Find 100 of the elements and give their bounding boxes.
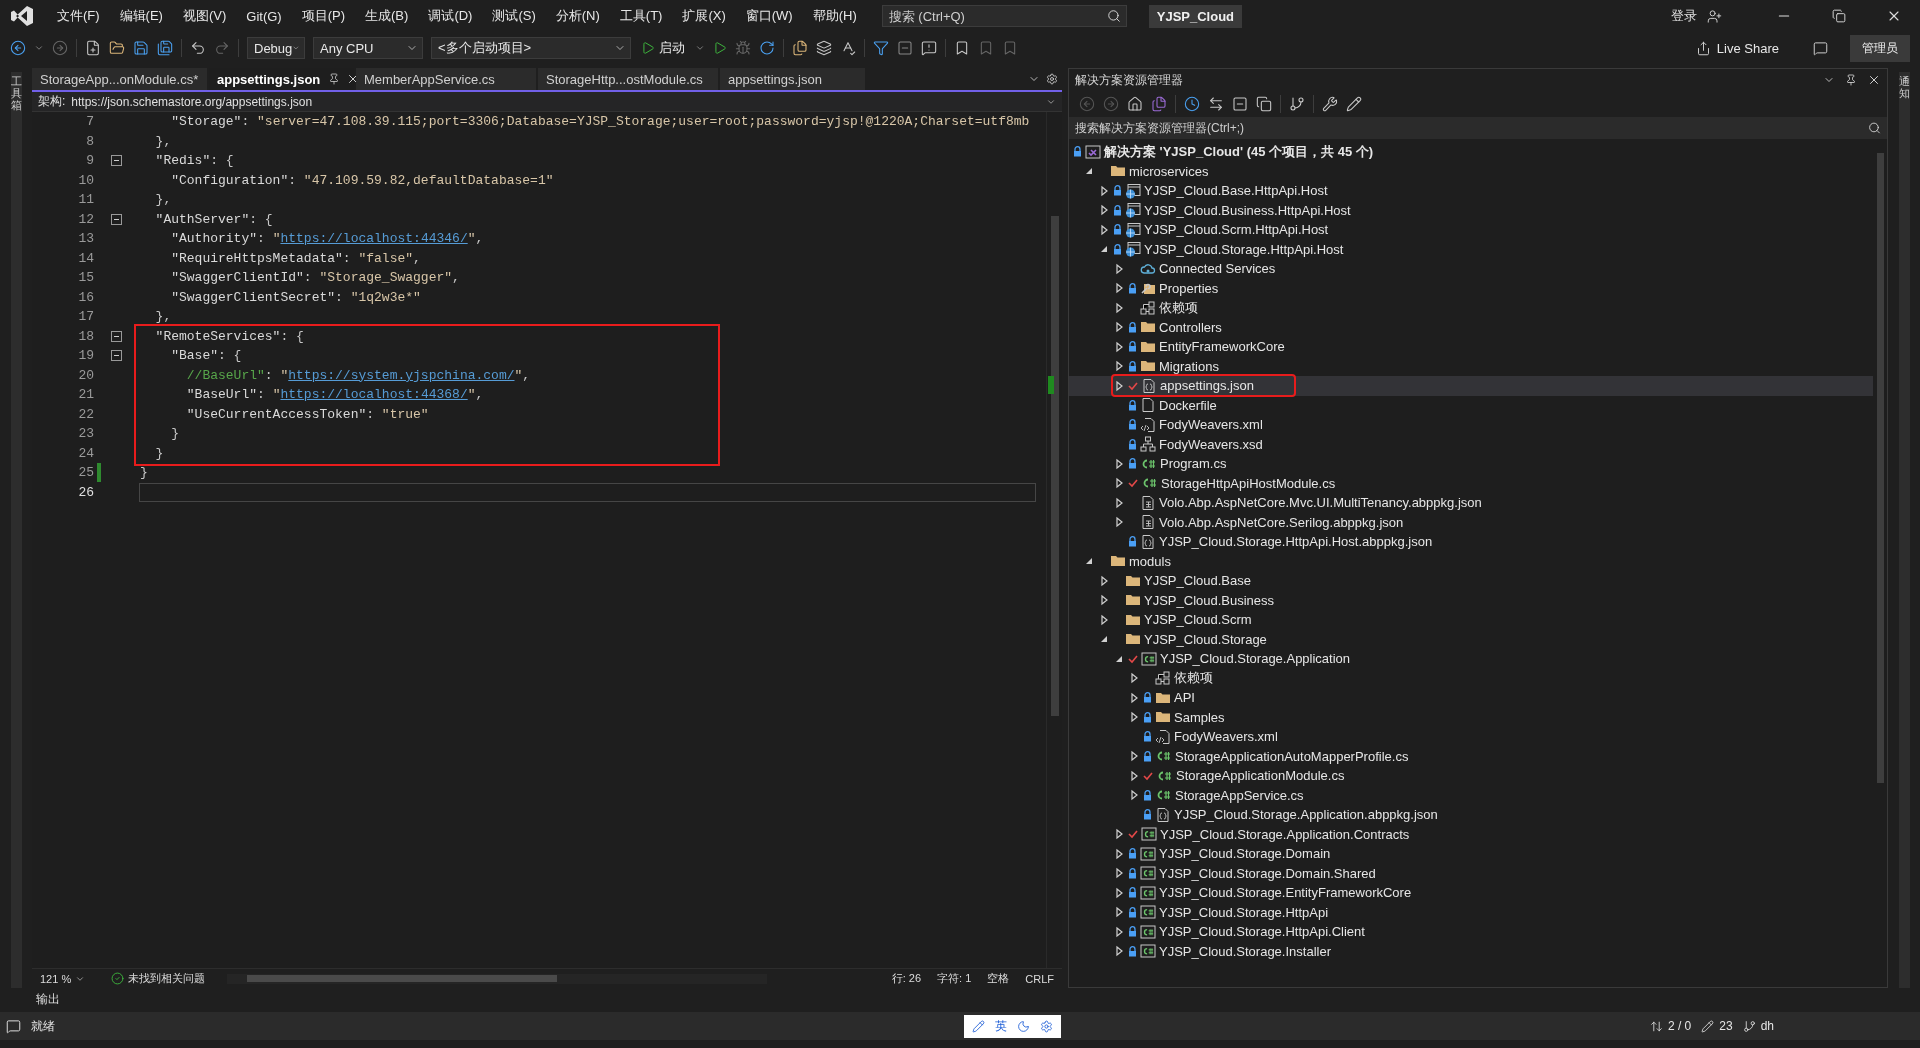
tree-item[interactable]: StorageApplicationModule.cs xyxy=(1128,766,1349,786)
collapse-icon[interactable] xyxy=(111,213,122,225)
collapse-icon[interactable] xyxy=(111,155,122,167)
expand-arrow-icon[interactable] xyxy=(1113,262,1125,275)
indent-mode[interactable]: 空格 xyxy=(979,971,1018,986)
expand-arrow-icon[interactable] xyxy=(1113,886,1125,899)
tree-item[interactable]: YJSP_Cloud.Storage.Installer xyxy=(1113,941,1335,961)
files-icon[interactable] xyxy=(792,40,808,56)
expand-arrow-icon[interactable] xyxy=(1113,847,1125,860)
tree-item[interactable]: Migrations xyxy=(1113,356,1223,376)
issues-status[interactable]: 未找到相关问题 xyxy=(103,971,214,986)
spell-check-icon[interactable] xyxy=(840,40,856,56)
tree-item[interactable]: API xyxy=(1128,688,1199,708)
toolbox-tab[interactable]: 工具箱 xyxy=(10,72,22,988)
sync-icon[interactable] xyxy=(1208,96,1224,112)
home-icon[interactable] xyxy=(1127,96,1143,112)
link[interactable]: https://localhost:44346/ xyxy=(280,231,468,247)
tree-item[interactable]: StorageAppService.cs xyxy=(1128,785,1308,805)
expand-arrow-icon[interactable] xyxy=(1128,711,1140,724)
menu-item[interactable]: 文件(F) xyxy=(48,3,109,29)
tree-item[interactable]: Volo.Abp.AspNetCore.Mvc.UI.MultiTenancy.abppkg.json xyxy=(1113,493,1486,513)
startup-dropdown[interactable]: <多个启动项目> xyxy=(431,37,631,59)
expand-arrow-icon[interactable] xyxy=(1113,477,1125,490)
restart-icon[interactable] xyxy=(759,40,775,56)
horizontal-scrollbar[interactable] xyxy=(227,973,768,984)
expand-arrow-icon[interactable] xyxy=(1113,360,1125,373)
forward-icon[interactable] xyxy=(52,40,68,56)
search-field[interactable]: 搜索 (Ctrl+Q) xyxy=(881,5,1127,27)
settings-icon[interactable] xyxy=(1046,73,1058,85)
tree-item[interactable]: 依赖项 xyxy=(1128,668,1217,688)
expand-arrow-icon[interactable] xyxy=(1113,828,1125,841)
expand-arrow-icon[interactable] xyxy=(1098,574,1110,587)
edits-status[interactable]: 23 xyxy=(1701,1019,1733,1033)
tree-item[interactable]: Connected Services xyxy=(1113,259,1280,279)
tree-item[interactable]: YJSP_Cloud.Business xyxy=(1098,590,1279,610)
tree-item[interactable]: 解决方案 'YJSP_Cloud' (45 个项目，共 45 个) xyxy=(1073,142,1378,162)
expand-arrow-icon[interactable] xyxy=(1128,789,1140,802)
collapse-all-icon[interactable] xyxy=(1232,96,1248,112)
menu-item[interactable]: 分析(N) xyxy=(546,3,609,29)
tree-item[interactable]: Program.cs xyxy=(1113,454,1231,474)
ime-toolbar[interactable]: 英 xyxy=(963,1014,1061,1038)
expand-arrow-icon[interactable] xyxy=(1113,925,1125,938)
branch-status[interactable]: dh xyxy=(1742,1019,1774,1033)
document-tab[interactable]: appsettings.json xyxy=(720,68,865,90)
tree-item[interactable]: Samples xyxy=(1128,707,1229,727)
expand-arrow-icon[interactable] xyxy=(1113,867,1125,880)
restore-icon[interactable] xyxy=(1832,9,1846,23)
filter-icon[interactable] xyxy=(873,40,889,56)
save-all-icon[interactable] xyxy=(157,40,173,56)
comment-icon[interactable] xyxy=(921,40,937,56)
tree-item[interactable]: YJSP_Cloud.Scrm xyxy=(1098,610,1256,630)
expand-arrow-icon[interactable] xyxy=(1098,184,1110,197)
menu-item[interactable]: 调试(D) xyxy=(419,3,482,29)
close-icon[interactable] xyxy=(1867,73,1881,87)
expand-arrow-icon[interactable] xyxy=(1113,301,1125,314)
tree-item[interactable]: microservices xyxy=(1083,161,1213,181)
feedback-icon[interactable] xyxy=(1813,40,1828,56)
pin-icon[interactable] xyxy=(1845,74,1857,86)
link[interactable]: https://localhost:44368/ xyxy=(280,387,468,403)
expand-arrow-icon[interactable] xyxy=(1113,945,1125,958)
layout-icon[interactable] xyxy=(816,40,832,56)
undo-icon[interactable] xyxy=(190,40,206,56)
scrollbar[interactable] xyxy=(1046,112,1062,968)
tree-item[interactable]: YJSP_Cloud.Business.HttpApi.Host xyxy=(1098,200,1355,220)
collapse-icon[interactable] xyxy=(111,330,122,342)
changes-status[interactable]: 2 / 0 xyxy=(1649,1019,1692,1033)
document-tab[interactable]: StorageHttp...ostModule.cs xyxy=(538,68,718,90)
live-share-button[interactable]: Live Share xyxy=(1689,39,1785,57)
menu-item[interactable]: 窗口(W) xyxy=(736,3,802,29)
menu-item[interactable]: 扩展(X) xyxy=(673,3,735,29)
document-tab[interactable]: MemberAppService.cs xyxy=(356,68,536,90)
run-icon[interactable] xyxy=(713,41,727,55)
menu-item[interactable]: 项目(P) xyxy=(292,3,355,29)
expand-arrow-icon[interactable] xyxy=(1113,457,1125,470)
sign-in-link[interactable]: 登录 xyxy=(1671,7,1697,25)
menu-item[interactable]: 帮助(H) xyxy=(803,3,866,29)
expand-arrow-icon[interactable] xyxy=(1128,750,1140,763)
tree-item[interactable]: appsettings.json xyxy=(1113,376,1294,396)
expand-arrow-icon[interactable] xyxy=(1113,906,1125,919)
link[interactable]: https://system.yjspchina.com/ xyxy=(288,367,515,383)
tree-item[interactable]: Volo.Abp.AspNetCore.Serilog.abppkg.json xyxy=(1113,512,1408,532)
output-tab[interactable]: 输出 xyxy=(32,988,64,1012)
expand-arrow-icon[interactable] xyxy=(1113,496,1125,509)
expand-arrow-icon[interactable] xyxy=(1113,379,1125,392)
tree-item[interactable]: FodyWeavers.xml xyxy=(1113,415,1267,435)
redo-icon[interactable] xyxy=(214,40,230,56)
menu-item[interactable]: Git(G) xyxy=(237,4,291,28)
tree-item[interactable]: 依赖项 xyxy=(1113,298,1202,318)
tree-item[interactable]: Properties xyxy=(1113,278,1223,298)
expand-arrow-icon[interactable] xyxy=(1128,691,1140,704)
tree-item[interactable]: YJSP_Cloud.Storage.Application.abppkg.json xyxy=(1128,805,1442,825)
pin-icon[interactable] xyxy=(328,73,341,85)
expand-arrow-icon[interactable] xyxy=(1098,613,1110,626)
configuration-dropdown[interactable]: Debug xyxy=(247,37,305,59)
expand-arrow-icon[interactable] xyxy=(1098,204,1110,217)
expand-arrow-icon[interactable] xyxy=(1113,321,1125,334)
menu-item[interactable]: 生成(B) xyxy=(356,3,418,29)
tree-item[interactable]: StorageApplicationAutoMapperProfile.cs xyxy=(1128,746,1413,766)
tree-item[interactable]: YJSP_Cloud.Storage.Application xyxy=(1113,649,1355,669)
bookmark-icon[interactable] xyxy=(954,40,970,56)
